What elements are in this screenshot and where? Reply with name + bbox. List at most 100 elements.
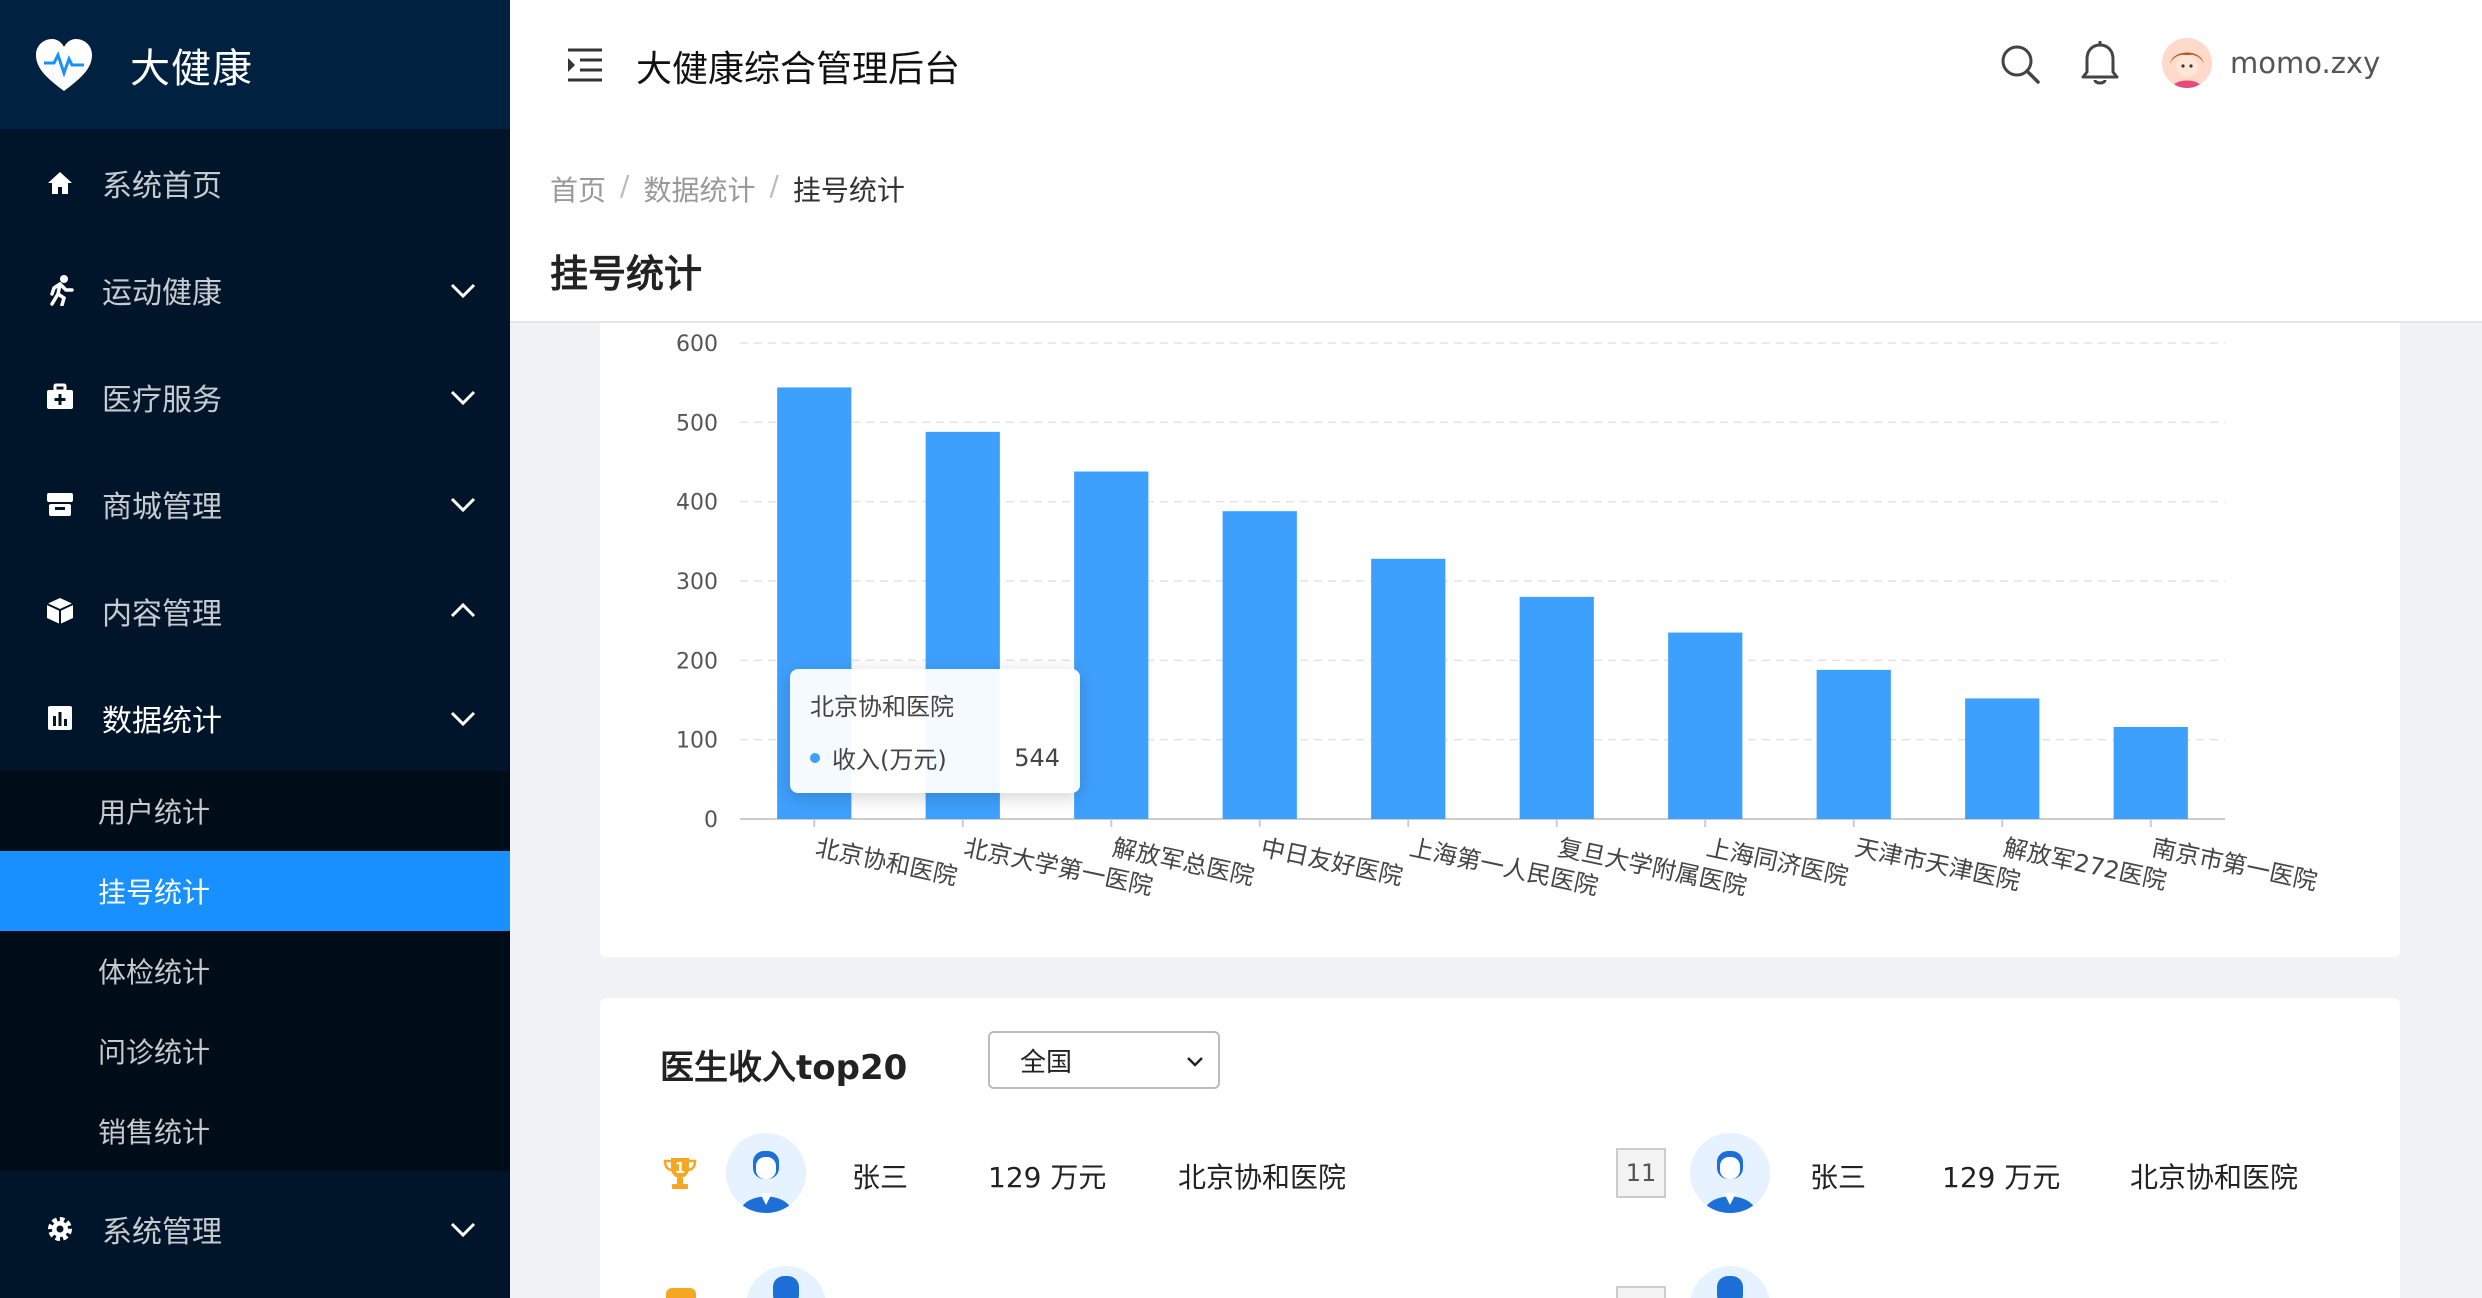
doctor-income: 129 万元 <box>988 1161 1107 1194</box>
tooltip-series: 收入(万元) <box>832 746 947 774</box>
doctor-avatar <box>726 1133 806 1213</box>
sidebar-item-medical[interactable]: 医疗服务 <box>0 343 510 450</box>
doctor-hospital: 北京协和医院 <box>1178 1161 1347 1194</box>
doctor-income: 129 万元 <box>1942 1161 2061 1194</box>
rank-number: 11 <box>1616 1148 1666 1198</box>
trophy-icon <box>666 1288 696 1298</box>
top-header: 大健康综合管理后台 momo.zxy <box>510 0 2482 133</box>
y-tick-label: 500 <box>676 411 718 436</box>
store-icon <box>44 488 76 520</box>
data-submenu: 用户统计 挂号统计 体检统计 问诊统计 销售统计 <box>0 771 510 1171</box>
sidebar-subitem-user-stats[interactable]: 用户统计 <box>0 771 510 851</box>
breadcrumb-separator: / <box>769 169 779 202</box>
table-row: 1 张三 129 万元 北京协和医院 <box>660 1132 1460 1214</box>
doctor-avatar <box>746 1266 826 1298</box>
chart-bar[interactable] <box>1222 511 1297 819</box>
x-tick-label: 中日友好医院 <box>1259 833 1406 890</box>
sidebar-item-label: 系统首页 <box>102 168 222 204</box>
sidebar-item-content[interactable]: 内容管理 <box>0 557 510 664</box>
table-row: 11 张三 129 万元 北京协和医院 <box>1616 1132 2356 1214</box>
sidebar-subitem-consult-stats[interactable]: 问诊统计 <box>0 1011 510 1091</box>
sidebar-item-label: 运动健康 <box>102 275 222 311</box>
user-avatar[interactable] <box>2162 38 2212 88</box>
breadcrumb-current: 挂号统计 <box>792 174 905 207</box>
y-tick-label: 0 <box>704 808 718 833</box>
breadcrumb-home[interactable]: 首页 <box>550 169 606 209</box>
doctor-avatar <box>1690 1266 1770 1298</box>
sidebar-item-label: 商城管理 <box>102 489 222 525</box>
chart-tooltip: 北京协和医院 收入(万元) 544 <box>790 669 1080 793</box>
sidebar-menu: 系统首页 运动健康 医疗服务 商城管理 内容管理 数据统计 用户统计 挂号统计 … <box>0 129 510 1287</box>
page-title: 挂号统计 <box>550 252 703 296</box>
home-icon <box>44 167 76 199</box>
top20-title: 医生收入top20 <box>660 1048 908 1088</box>
breadcrumb-section[interactable]: 数据统计 <box>643 169 755 209</box>
sidebar-item-system[interactable]: 系统管理 <box>0 1171 510 1287</box>
chevron-down-icon <box>450 711 476 726</box>
tooltip-value: 544 <box>1014 743 1060 772</box>
page-header: 首页 / 数据统计 / 挂号统计 挂号统计 <box>510 133 2482 323</box>
bell-icon[interactable] <box>2078 40 2122 88</box>
breadcrumb-separator: / <box>620 169 630 202</box>
x-tick-label: 解放军272医院 <box>2001 833 2169 895</box>
region-select[interactable]: 全国 <box>988 1031 1220 1089</box>
register-chart-card: 0 100 200 300 400 500 600 北京协和医院 北京大学第一医院 解放军总医院中… <box>600 323 2400 957</box>
y-tick-label: 400 <box>676 491 718 516</box>
app-title: 大健康综合管理后台 <box>636 49 961 90</box>
y-tick-label: 200 <box>676 649 718 674</box>
chart-bar[interactable] <box>1816 669 1891 819</box>
chart-bar[interactable] <box>1965 698 2040 819</box>
doctor-avatar <box>1690 1133 1770 1213</box>
chevron-down-icon <box>450 283 476 298</box>
x-tick-label: 南京市第一医院 <box>2150 833 2320 895</box>
doctor-hospital: 北京协和医院 <box>2130 1161 2299 1194</box>
chart-bar[interactable] <box>1668 632 1743 819</box>
doctor-name: 张三 <box>1810 1161 1867 1194</box>
series-dot-icon <box>810 752 820 763</box>
sidebar-item-data[interactable]: 数据统计 <box>0 664 510 771</box>
sidebar: 大健康 系统首页 运动健康 医疗服务 商城管理 内容管理 数据统计 用户统计 挂… <box>0 0 510 1298</box>
running-icon <box>44 274 76 306</box>
sidebar-item-label: 医疗服务 <box>102 382 222 418</box>
bar-chart-icon <box>44 702 76 734</box>
heart-pulse-icon <box>34 35 94 95</box>
region-select-value: 全国 <box>1020 1047 1073 1078</box>
chart-bar[interactable] <box>1074 471 1149 819</box>
username[interactable]: momo.zxy <box>2230 46 2380 80</box>
chart-bar[interactable] <box>1519 596 1594 819</box>
trophy-icon: 1 <box>660 1153 700 1193</box>
chart-bar[interactable] <box>2113 726 2188 819</box>
chevron-up-icon <box>450 602 476 617</box>
chevron-down-icon <box>1187 1057 1203 1067</box>
x-tick-label: 天津市天津医院 <box>1853 833 2023 895</box>
chevron-down-icon <box>450 1222 476 1238</box>
sidebar-item-sports[interactable]: 运动健康 <box>0 236 510 343</box>
medical-kit-icon <box>44 381 76 413</box>
y-tick-label: 600 <box>676 332 718 357</box>
x-tick-label: 北京协和医院 <box>813 833 960 890</box>
menu-fold-icon[interactable] <box>564 44 606 86</box>
gear-icon <box>44 1213 76 1245</box>
search-icon[interactable] <box>1998 42 2042 86</box>
doctor-income-top20-card: 医生收入top20 全国 1 张三 129 万元 北京协和医院 11 张三 12… <box>600 998 2400 1298</box>
chart-bar[interactable] <box>1371 558 1446 819</box>
sidebar-subitem-register-stats[interactable]: 挂号统计 <box>0 851 510 931</box>
sidebar-item-store[interactable]: 商城管理 <box>0 450 510 557</box>
tooltip-title: 北京协和医院 <box>810 693 954 721</box>
sidebar-subitem-sales-stats[interactable]: 销售统计 <box>0 1091 510 1171</box>
bar-chart[interactable]: 0100200300400500600北京协和医院 北京大学第一医院解放军总医院中… <box>600 323 2400 957</box>
chevron-down-icon <box>450 497 476 512</box>
sidebar-item-home[interactable]: 系统首页 <box>0 129 510 236</box>
rank-number <box>1616 1286 1666 1298</box>
y-tick-label: 100 <box>676 729 718 754</box>
logo-text: 大健康 <box>130 45 253 92</box>
chevron-down-icon <box>450 390 476 405</box>
sidebar-item-label: 数据统计 <box>102 703 222 739</box>
sidebar-item-label: 内容管理 <box>102 596 222 632</box>
sidebar-subitem-checkup-stats[interactable]: 体检统计 <box>0 931 510 1011</box>
doctor-name: 张三 <box>852 1161 909 1194</box>
logo-area[interactable]: 大健康 <box>0 0 510 129</box>
tooltip-row: 收入(万元) 544 <box>810 740 1060 775</box>
box-icon <box>44 595 76 627</box>
rank-number: 1 <box>674 1159 686 1177</box>
